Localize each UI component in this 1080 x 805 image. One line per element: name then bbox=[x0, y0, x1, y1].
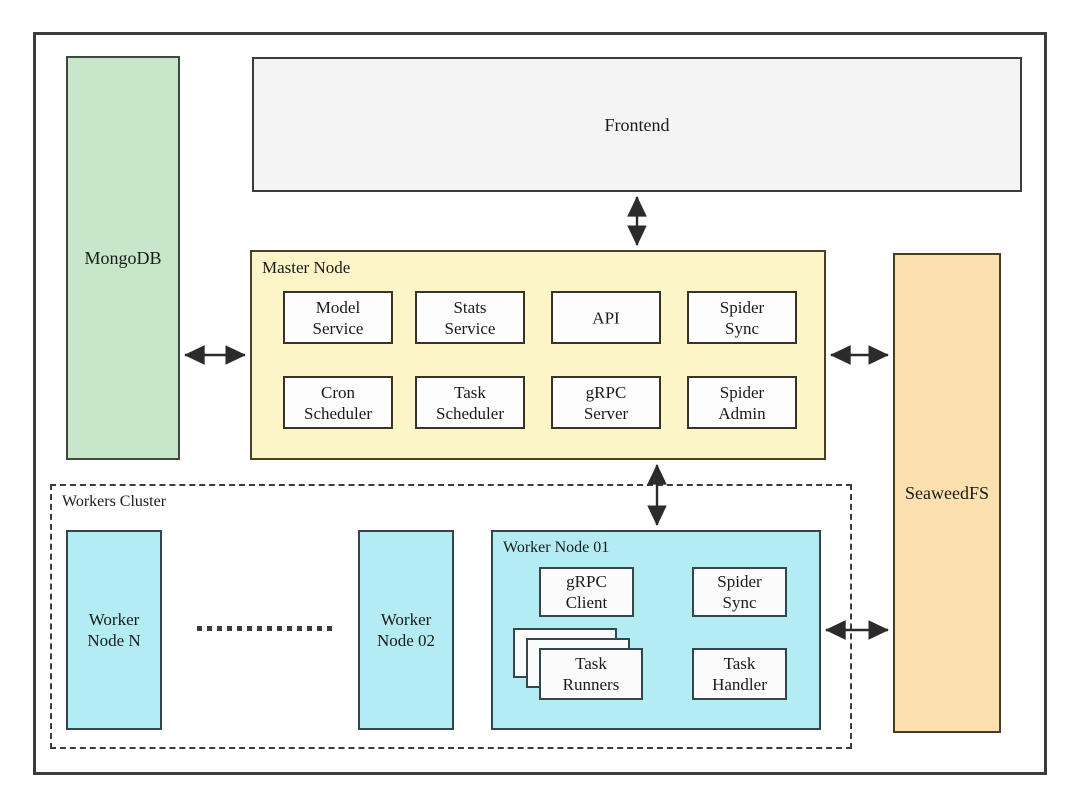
service-spider-admin-label: Spider Admin bbox=[718, 382, 766, 423]
worker-ellipsis-connector bbox=[197, 626, 333, 631]
node-worker-01[interactable]: Worker Node 01 gRPC Client Spider Sync T… bbox=[491, 530, 821, 730]
service-spider-admin[interactable]: Spider Admin bbox=[687, 376, 797, 429]
component-task-handler[interactable]: Task Handler bbox=[692, 648, 787, 700]
service-spider-sync-label: Spider Sync bbox=[719, 297, 765, 338]
service-grpc-server-label: gRPC Server bbox=[583, 382, 629, 423]
service-api[interactable]: API bbox=[551, 291, 661, 344]
component-grpc-client[interactable]: gRPC Client bbox=[539, 567, 634, 617]
node-seaweedfs[interactable]: SeaweedFS bbox=[893, 253, 1001, 733]
node-frontend[interactable]: Frontend bbox=[252, 57, 1022, 192]
node-worker-n-label: Worker Node N bbox=[87, 609, 141, 650]
service-task-scheduler-label: Task Scheduler bbox=[436, 382, 504, 423]
group-workers-cluster-label: Workers Cluster bbox=[62, 493, 167, 510]
service-grpc-server[interactable]: gRPC Server bbox=[551, 376, 661, 429]
node-worker-01-label: Worker Node 01 bbox=[503, 539, 610, 556]
service-api-label: API bbox=[592, 307, 620, 327]
service-model-service-label: Model Service bbox=[312, 297, 364, 338]
node-mongodb-label: MongoDB bbox=[84, 247, 162, 268]
service-cron-scheduler-label: Cron Scheduler bbox=[304, 382, 372, 423]
component-task-handler-label: Task Handler bbox=[712, 653, 767, 694]
node-mongodb[interactable]: MongoDB bbox=[66, 56, 180, 460]
node-worker-n[interactable]: Worker Node N bbox=[66, 530, 162, 730]
component-spider-sync[interactable]: Spider Sync bbox=[692, 567, 787, 617]
component-task-runners-label: Task Runners bbox=[562, 653, 620, 694]
node-worker-02[interactable]: Worker Node 02 bbox=[358, 530, 454, 730]
service-stats-service[interactable]: Stats Service bbox=[415, 291, 525, 344]
service-task-scheduler[interactable]: Task Scheduler bbox=[415, 376, 525, 429]
service-spider-sync[interactable]: Spider Sync bbox=[687, 291, 797, 344]
service-model-service[interactable]: Model Service bbox=[283, 291, 393, 344]
node-frontend-label: Frontend bbox=[604, 114, 670, 135]
component-spider-sync-label: Spider Sync bbox=[717, 571, 762, 612]
node-seaweedfs-label: SeaweedFS bbox=[905, 482, 989, 503]
service-cron-scheduler[interactable]: Cron Scheduler bbox=[283, 376, 393, 429]
node-master-label: Master Node bbox=[262, 258, 351, 277]
service-stats-service-label: Stats Service bbox=[444, 297, 496, 338]
node-master[interactable]: Master Node Model Service Stats Service … bbox=[250, 250, 826, 460]
architecture-diagram: MongoDB Frontend Master Node Model Servi… bbox=[0, 0, 1080, 805]
component-task-runners-stack[interactable]: Task Runners bbox=[513, 628, 643, 706]
component-grpc-client-label: gRPC Client bbox=[565, 571, 608, 612]
component-task-runners[interactable]: Task Runners bbox=[539, 648, 643, 700]
node-worker-02-label: Worker Node 02 bbox=[376, 609, 436, 650]
